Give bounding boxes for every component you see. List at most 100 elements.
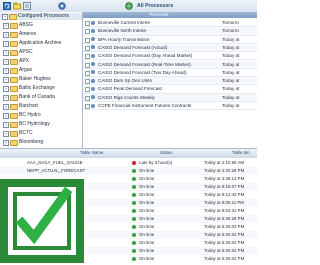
tree-item[interactable]: + APSC (0, 49, 82, 56)
folder-icon (10, 77, 18, 83)
table-row[interactable]: CAISO Dam Sp Gen Units Today at (83, 77, 257, 86)
status-dot-icon (132, 201, 136, 206)
processor-name: CAISO Demand Forecast (Day Ahead Market) (98, 53, 193, 59)
tree-item[interactable]: + Barchart (0, 103, 82, 110)
expand-icon[interactable]: + (3, 86, 9, 92)
table-row[interactable]: BPA Hourly Transmission Today at (83, 36, 257, 44)
processor-name: CCPE Financial Instrument Futures Contra… (98, 103, 192, 108)
row-checkbox[interactable] (85, 37, 90, 43)
processor-time: Today at (222, 44, 240, 50)
list-icon[interactable] (23, 2, 31, 10)
time-column-header[interactable] (220, 12, 257, 18)
expand-icon[interactable]: + (3, 113, 9, 119)
table-row[interactable]: Bonneville North Interte Tomorro (83, 27, 257, 36)
processor-name: CAISO Dam Sp Gen Units (98, 78, 152, 84)
row-checkbox[interactable] (85, 29, 90, 35)
table-row[interactable]: Bonneville Current Interte Tomorro (83, 19, 257, 28)
tree-item[interactable]: + Baltic Exchange (0, 85, 82, 92)
tree-item-label: BC Hydrology (19, 121, 50, 127)
tree-item-label: Application Archive (19, 40, 62, 46)
expand-icon[interactable]: + (3, 50, 9, 56)
expand-icon[interactable]: + (3, 104, 9, 110)
row-checkbox[interactable] (85, 45, 90, 51)
processor-name: CAISO Demand Forecast (Actual) (98, 44, 168, 50)
processor-icon (91, 103, 95, 108)
processor-time: Today at (222, 94, 240, 100)
folder-icon (10, 104, 18, 110)
expand-icon[interactable]: + (3, 95, 9, 101)
processor-name: CAISO Demand Forecast (Two Day Ahead) (98, 69, 187, 75)
folder-icon (10, 68, 18, 74)
processor-time: Today at (222, 78, 240, 84)
expand-icon[interactable]: + (3, 140, 9, 146)
table-time-header[interactable]: Table tim (232, 150, 250, 155)
processor-table: Processor Bonneville Current Interte Tomo… (83, 12, 257, 148)
expand-icon[interactable]: + (3, 32, 9, 38)
expand-icon[interactable]: + (3, 77, 9, 83)
processor-name: CAISO Demand Forecast (Real-Time Market) (98, 61, 191, 67)
tree-item[interactable]: + BC Hydrology (0, 121, 82, 128)
row-checkbox[interactable] (85, 95, 90, 101)
tree-item[interactable]: + BC Hydro (0, 112, 82, 119)
expand-icon[interactable]: + (3, 122, 9, 128)
refresh-icon[interactable] (3, 2, 11, 10)
processor-icon (91, 45, 95, 50)
tree-item[interactable]: + Amerex (0, 31, 82, 38)
status-dot-icon (132, 217, 136, 222)
processor-name: BPA Hourly Transmission (98, 36, 150, 42)
folder-icon (10, 131, 18, 137)
settings-icon[interactable] (58, 2, 66, 10)
checkbox-column-header[interactable] (83, 12, 98, 18)
table-row[interactable]: CAISO Rigs Counts Weekly Today at (83, 93, 257, 102)
tree-item-label: Argus (19, 67, 33, 73)
row-checkbox[interactable] (85, 54, 90, 60)
expand-icon[interactable]: + (2, 14, 8, 20)
tree-item-label: Baltic Exchange (19, 85, 55, 91)
tree-item[interactable]: + Bloomberg (0, 139, 82, 146)
tree-item[interactable]: + ABSG (0, 22, 82, 29)
table-row[interactable]: CCPE Financial Instrument Futures Contra… (83, 102, 257, 111)
tree-item[interactable]: + APX (0, 58, 82, 65)
row-checkbox[interactable] (85, 79, 90, 85)
tree-item[interactable]: + Bank of Canada (0, 94, 82, 101)
processor-tree[interactable]: + Configured Processors + ABSG + Amerex + Appli… (0, 12, 83, 148)
status-header[interactable]: Status (160, 150, 172, 155)
tree-item-label: BC Hydro (19, 112, 41, 118)
page-title: All Processors (137, 3, 174, 9)
row-checkbox[interactable] (85, 21, 90, 26)
status-dot-icon (132, 177, 136, 182)
tree-root[interactable]: + Configured Processors (0, 13, 82, 20)
tree-item[interactable]: + Baker Hughes (0, 76, 82, 83)
table-name-header[interactable]: Table Name (80, 150, 103, 155)
expand-icon[interactable]: + (3, 131, 9, 137)
status-dot-icon (132, 209, 136, 214)
table-row[interactable]: CAISO Peak Demand Forecast Today at (83, 85, 257, 94)
processor-icon (91, 37, 95, 42)
expand-icon[interactable]: + (3, 68, 9, 74)
row-checkbox[interactable] (85, 104, 90, 109)
table-row[interactable]: CAISO Demand Forecast (Day Ahead Market)… (83, 52, 257, 61)
processor-icon (91, 78, 95, 83)
row-checkbox[interactable] (85, 87, 90, 93)
tree-item-label: Barchart (19, 103, 38, 109)
table-row[interactable]: CAISO Demand Forecast (Two Day Ahead) Tod… (83, 69, 257, 78)
processor-icon (91, 28, 95, 33)
table-row[interactable]: CAISO Demand Forecast (Actual) Today at (83, 43, 257, 53)
folder-icon (10, 50, 18, 56)
expand-icon[interactable]: + (3, 23, 9, 29)
tree-item[interactable]: + Application Archive (0, 40, 82, 47)
tree-item[interactable]: + BCTC (0, 130, 82, 137)
processor-time: Tomorro (222, 28, 239, 34)
row-checkbox[interactable] (85, 62, 90, 68)
table-row[interactable]: CAISO Demand Forecast (Real-Time Market)… (83, 60, 257, 69)
status-dot-icon (132, 249, 136, 254)
tree-item-label: Bank of Canada (19, 94, 55, 100)
tree-item-label: APX (19, 58, 30, 64)
row-checkbox[interactable] (85, 70, 90, 76)
folder-icon[interactable] (13, 2, 21, 10)
expand-icon[interactable]: + (3, 59, 9, 65)
tree-item[interactable]: + Argus (0, 67, 82, 74)
expand-icon[interactable]: + (3, 41, 9, 47)
globe-icon[interactable] (125, 2, 133, 10)
processor-column-header[interactable]: Processor (98, 12, 220, 18)
